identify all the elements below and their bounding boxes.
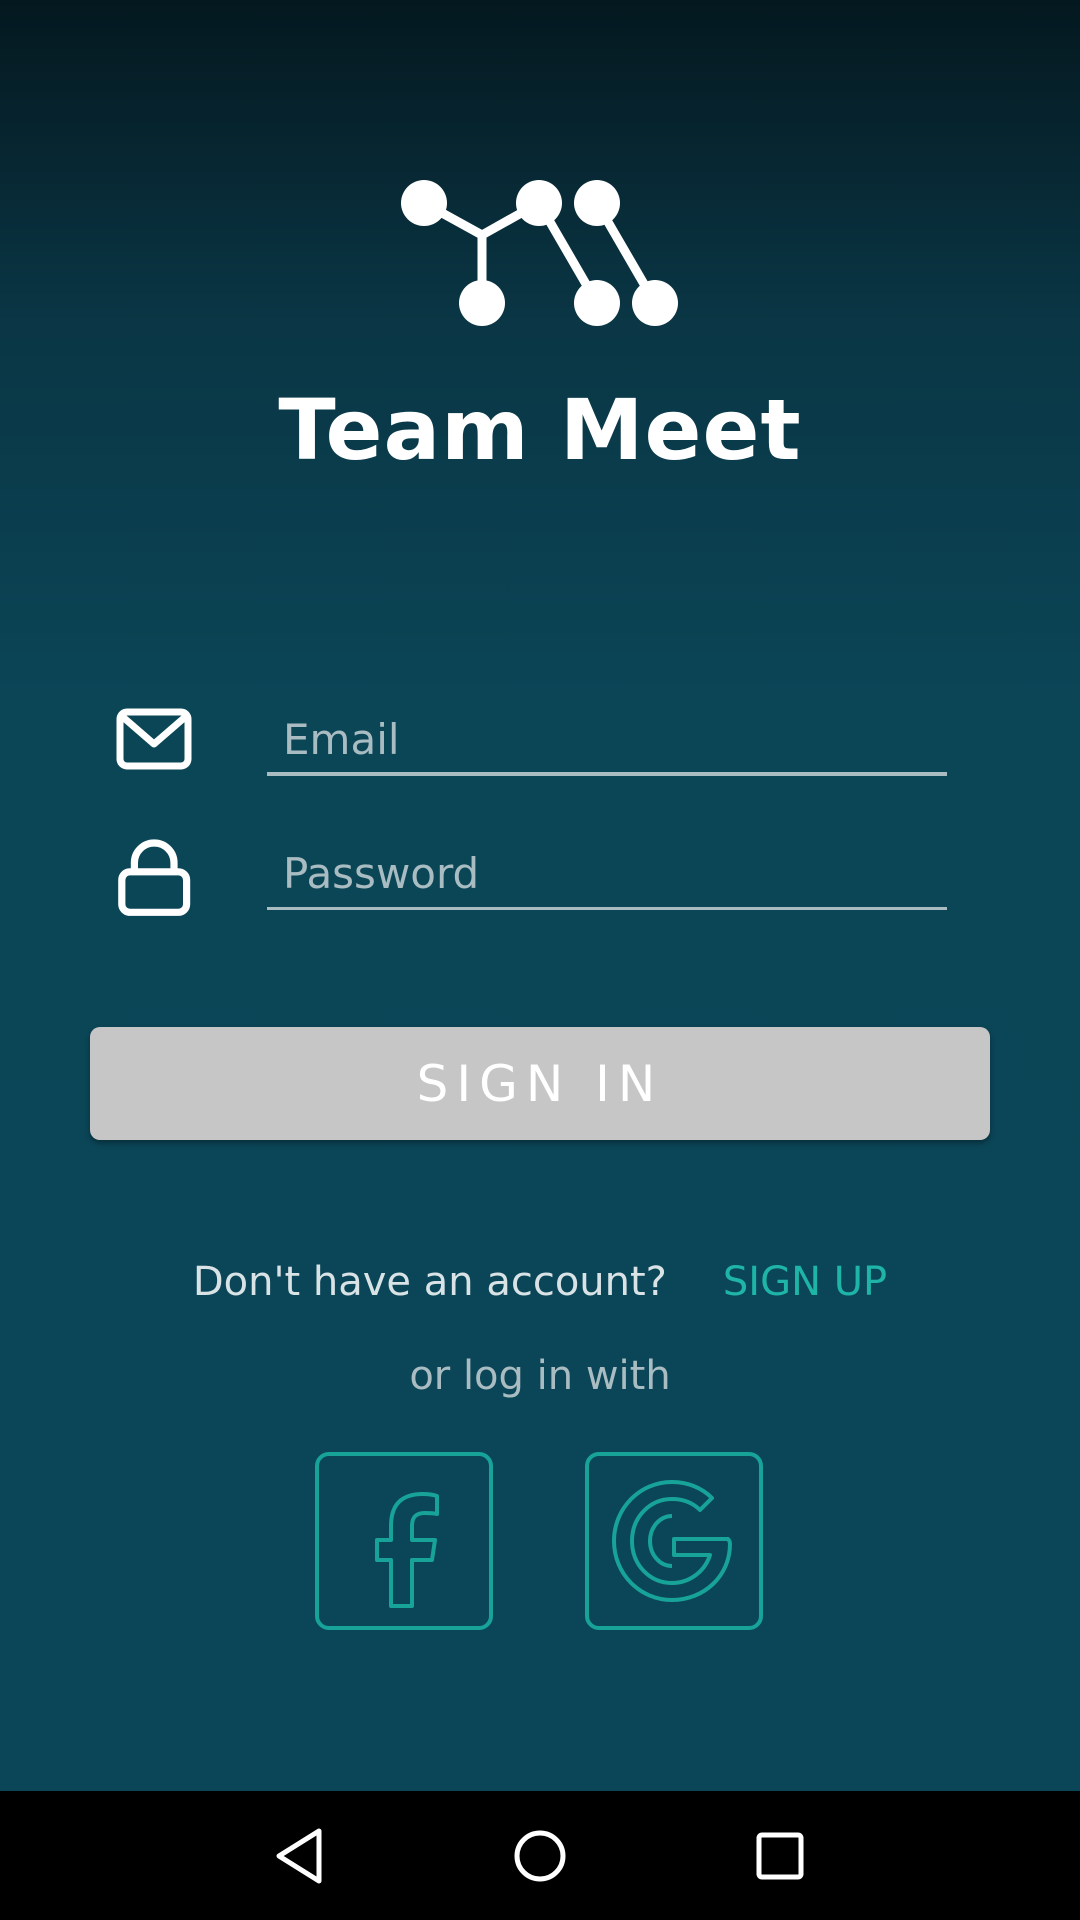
sign-up-link[interactable]: SIGN UP	[723, 1259, 887, 1305]
lock-icon	[118, 839, 191, 916]
facebook-login-button[interactable]	[315, 1452, 493, 1630]
system-navigation-bar	[0, 1791, 1080, 1920]
password-input[interactable]	[267, 834, 947, 910]
recents-icon[interactable]	[745, 1821, 815, 1891]
email-input[interactable]	[267, 700, 947, 776]
google-icon	[612, 1480, 732, 1602]
password-row	[110, 834, 950, 924]
back-icon[interactable]	[265, 1821, 335, 1891]
sign-in-button[interactable]: SIGN IN	[90, 1027, 990, 1140]
alt-login-prompt: or log in with	[409, 1353, 671, 1399]
network-nodes-logo	[401, 180, 678, 326]
home-icon[interactable]	[505, 1821, 575, 1891]
facebook-icon	[375, 1492, 439, 1608]
email-row	[110, 700, 950, 790]
login-screen: Team Meet SIGN IN Don't have an account?…	[0, 0, 1080, 1791]
app-title: Team Meet	[278, 381, 802, 479]
envelope-icon	[116, 708, 192, 770]
signup-row: Don't have an account? SIGN UP	[0, 1252, 1080, 1312]
google-login-button[interactable]	[585, 1452, 763, 1630]
signup-prompt: Don't have an account?	[192, 1259, 667, 1305]
